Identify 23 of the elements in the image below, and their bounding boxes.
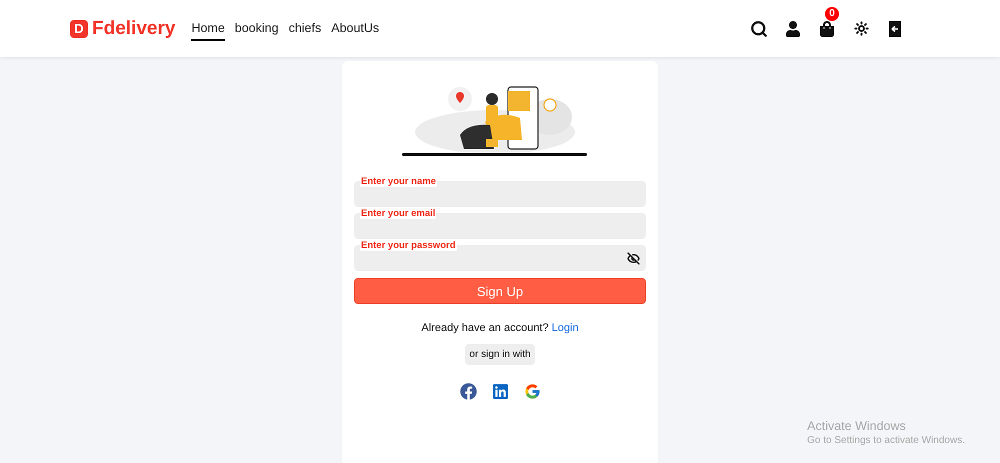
field-label: Enter your password [360,240,456,251]
sign-up-button[interactable]: Sign Up [354,278,646,304]
field-label: Enter your email [360,208,436,219]
sign-in-with-label: or sign in with [465,344,535,365]
user-button[interactable] [783,18,803,38]
google-link[interactable] [523,382,541,400]
nav-link[interactable]: Home [191,16,225,40]
search-button[interactable] [749,18,769,38]
activation-title: Activate Windows [807,419,907,433]
nav-link[interactable]: chiefs [288,16,322,40]
cart-count-badge: 0 [825,6,839,20]
linkedin-link[interactable] [491,382,509,400]
facebook-link[interactable] [459,382,477,400]
shopping-bag-button[interactable] [817,18,837,38]
logo-name: Fdelivery [92,18,176,40]
nav-link[interactable]: booking [234,16,279,40]
field-label: Enter your name [360,176,437,187]
activation-message: Go to Settings to activate Windows. [807,435,965,446]
logo-mark: D [70,20,88,38]
hide-password-icon[interactable] [627,252,640,264]
login-prompt: Already have an account? Login [420,322,580,334]
nav-link[interactable]: AboutUs [331,16,380,40]
login-link[interactable]: Login [552,322,579,334]
